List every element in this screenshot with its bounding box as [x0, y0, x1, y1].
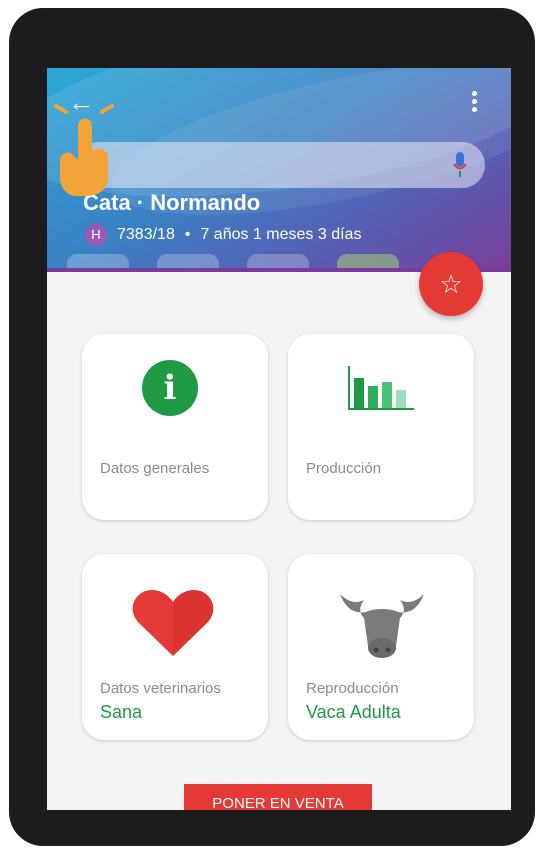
tap-hand-icon — [54, 104, 114, 196]
search-bar[interactable] — [77, 142, 485, 188]
animal-age: 7 años 1 meses 3 días — [200, 226, 362, 243]
sex-badge: H — [85, 224, 107, 246]
card-value: Sana — [100, 702, 143, 722]
card-reproduccion[interactable]: Reproducción Vaca Adulta — [288, 554, 474, 740]
card-title: Datos generales — [100, 460, 210, 477]
more-vert-icon[interactable] — [467, 88, 481, 118]
card-datos-veterinarios[interactable]: Datos veterinarios Sana — [82, 554, 268, 740]
sell-button[interactable]: PONER EN VENTA — [184, 784, 372, 810]
bar-chart-icon — [348, 366, 414, 410]
info-icon: i — [142, 360, 198, 416]
favorite-fab[interactable]: ☆ — [419, 252, 483, 316]
cow-icon — [340, 594, 424, 658]
animal-id: 7383/18 — [117, 226, 175, 243]
card-title: Datos veterinarios — [100, 680, 221, 697]
card-produccion[interactable]: Producción — [288, 334, 474, 520]
separator-dot: • — [184, 226, 191, 243]
card-value: Vaca Adulta — [306, 702, 401, 722]
card-title: Reproducción — [306, 680, 399, 697]
card-title: Producción — [306, 460, 382, 477]
animal-subtitle: H 7383/18 • 7 años 1 meses 3 días — [85, 224, 361, 246]
heart-icon — [132, 590, 214, 656]
card-datos-generales[interactable]: i Datos generales — [82, 334, 268, 520]
star-outline-icon: ☆ — [439, 269, 463, 299]
mic-icon[interactable] — [453, 152, 467, 178]
